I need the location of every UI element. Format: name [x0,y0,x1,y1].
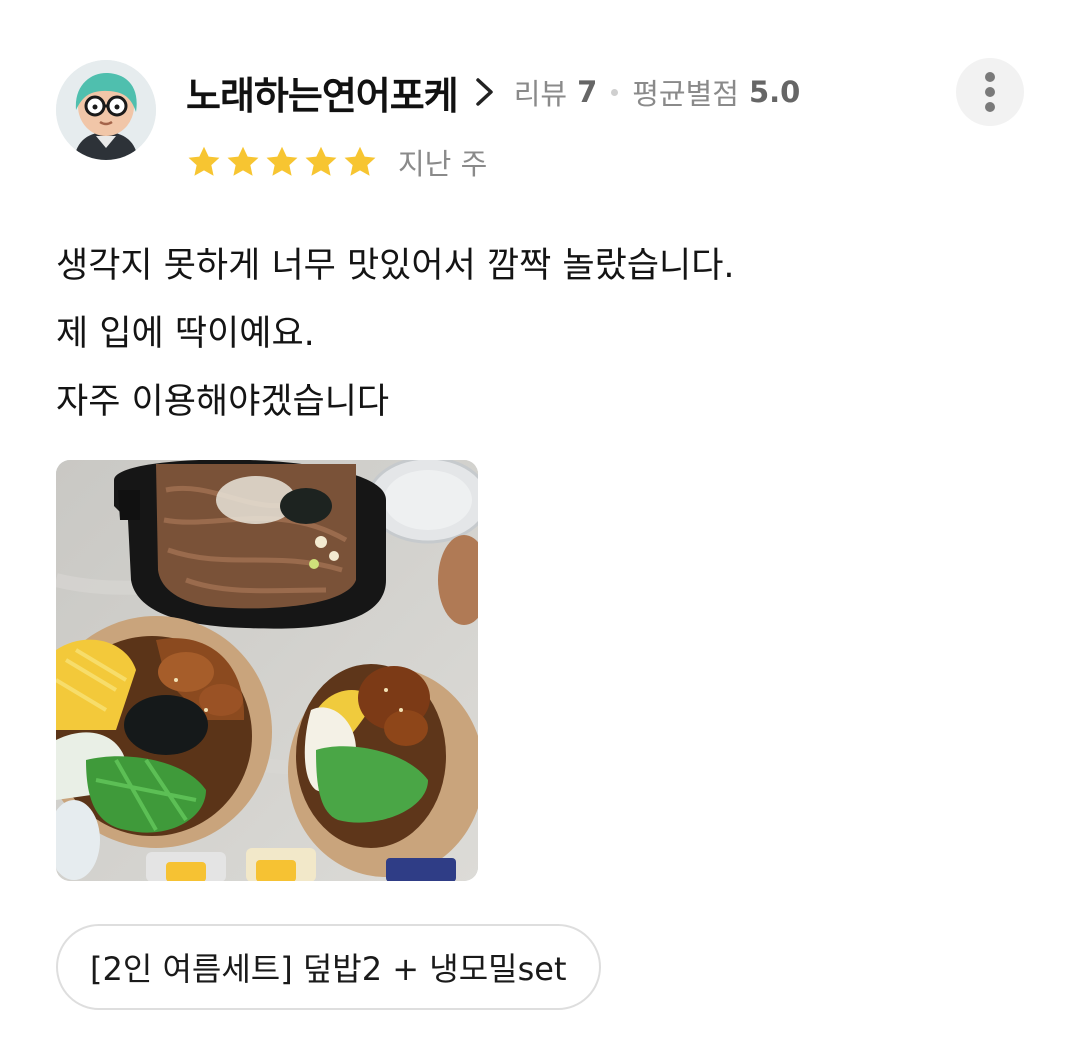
separator-dot [611,88,619,96]
review-text: 생각지 못하게 너무 맛있어서 깜짝 놀랐습니다. 제 입에 딱이예요. 자주 … [56,232,1036,436]
chevron-right-icon[interactable] [474,77,496,107]
more-options-button[interactable] [956,58,1024,126]
star-icon [188,146,220,176]
review-text-line: 생각지 못하게 너무 맛있어서 깜짝 놀랐습니다. [56,246,735,286]
avatar[interactable] [56,60,156,160]
menu-tag-label: [2인 여름세트] 덮밥2 + 냉모밀set [90,950,567,988]
review-date: 지난 주 [398,147,488,181]
star-icon [227,146,259,176]
average-rating-label: 평균별점 [632,77,739,111]
avatar-image [56,60,156,160]
average-rating: 5.0 [748,75,801,109]
star-rating [186,144,378,180]
more-vertical-icon [985,72,995,112]
star-icon [344,146,376,176]
author-meta: 리뷰 7 평균별점 5.0 [514,71,801,113]
rating-row: 지난 주 [186,140,487,184]
menu-tag-button[interactable]: [2인 여름세트] 덮밥2 + 냉모밀set [56,924,601,1010]
review-count-label: 리뷰 [513,77,568,111]
review-photo[interactable] [56,460,478,881]
review-count: 7 [577,75,598,109]
review-text-line: 자주 이용해야겠습니다 [56,382,390,422]
review-text-line: 제 입에 딱이예요. [56,314,315,354]
author-name[interactable]: 노래하는연어포케 [186,65,459,120]
star-icon [305,146,337,176]
star-icon [266,146,298,176]
author-row: 노래하는연어포케 리뷰 7 평균별점 5.0 [186,64,800,120]
food-photo [56,460,478,881]
